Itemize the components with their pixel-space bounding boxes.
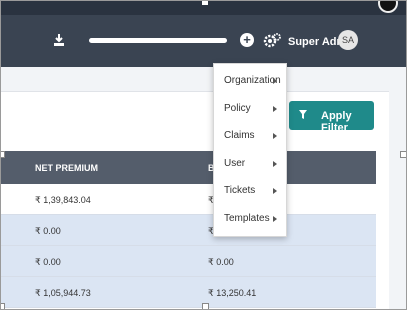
main-content: Apply Filter NET PREMIUM B ₹ 1,39,843.04… bbox=[1, 67, 406, 309]
resize-handle-right[interactable] bbox=[400, 151, 406, 158]
caret-right-icon bbox=[273, 78, 277, 84]
gears-icon[interactable] bbox=[259, 29, 285, 53]
cell-net-premium: ₹ 1,05,944.73 bbox=[35, 288, 91, 298]
column-header-net-premium[interactable]: NET PREMIUM bbox=[35, 163, 98, 173]
table-row[interactable]: ₹ 0.00 ₹ 0.00 bbox=[1, 215, 376, 246]
menu-item-organization[interactable]: Organization bbox=[214, 67, 286, 95]
table-row[interactable]: ₹ 1,39,843.04 ₹ bbox=[1, 184, 376, 215]
menu-item-user[interactable]: User bbox=[214, 150, 286, 178]
menu-item-label: Claims bbox=[224, 130, 255, 142]
caret-right-icon bbox=[273, 133, 277, 140]
resize-handle-bottom-left[interactable] bbox=[1, 303, 5, 309]
resize-handle-bottom[interactable] bbox=[202, 303, 209, 309]
settings-dropdown-menu: Organization Policy Claims User Tickets … bbox=[213, 63, 287, 237]
caret-right-icon bbox=[273, 160, 277, 167]
menu-item-label: Policy bbox=[224, 102, 251, 114]
browser-top-strip bbox=[1, 1, 406, 15]
avatar[interactable]: SA bbox=[338, 30, 358, 50]
apply-filter-button[interactable]: Apply Filter bbox=[289, 101, 374, 134]
table-row[interactable]: ₹ 1,05,944.73 ₹ 13,250.41 bbox=[1, 277, 376, 308]
caret-right-icon bbox=[273, 215, 277, 222]
cell-net-premium: ₹ 1,39,843.04 bbox=[35, 195, 91, 205]
resize-handle-left[interactable] bbox=[1, 151, 5, 158]
menu-item-templates[interactable]: Templates bbox=[214, 205, 286, 233]
caret-right-icon bbox=[273, 188, 277, 195]
resize-handle-top[interactable] bbox=[202, 1, 208, 5]
app-window: + Super Admin SA Apply Filter NET PREMIU… bbox=[0, 0, 407, 310]
app-header: + Super Admin SA bbox=[1, 15, 406, 67]
cell: ₹ 13,250.41 bbox=[208, 288, 257, 298]
table-row[interactable]: ₹ 0.00 ₹ 0.00 bbox=[1, 246, 376, 277]
menu-item-claims[interactable]: Claims bbox=[214, 122, 286, 150]
cell: ₹ 0.00 bbox=[208, 257, 234, 267]
download-icon[interactable] bbox=[53, 33, 65, 47]
window-control[interactable] bbox=[378, 1, 398, 13]
menu-item-label: User bbox=[224, 157, 246, 169]
menu-item-policy[interactable]: Policy bbox=[214, 95, 286, 123]
cell-net-premium: ₹ 0.00 bbox=[35, 257, 61, 267]
cell-net-premium: ₹ 0.00 bbox=[35, 226, 61, 236]
table-header: NET PREMIUM B bbox=[1, 151, 376, 184]
caret-right-icon bbox=[273, 105, 277, 112]
apply-filter-label: Apply Filter bbox=[321, 110, 352, 134]
menu-item-label: Templates bbox=[224, 212, 270, 224]
menu-item-label: Tickets bbox=[224, 185, 256, 197]
menu-item-tickets[interactable]: Tickets bbox=[214, 177, 286, 205]
progress-bar bbox=[89, 38, 227, 43]
data-table: NET PREMIUM B ₹ 1,39,843.04 ₹ ₹ 0.00 ₹ 0… bbox=[1, 151, 376, 308]
add-icon[interactable]: + bbox=[240, 33, 254, 47]
funnel-icon bbox=[299, 110, 307, 119]
